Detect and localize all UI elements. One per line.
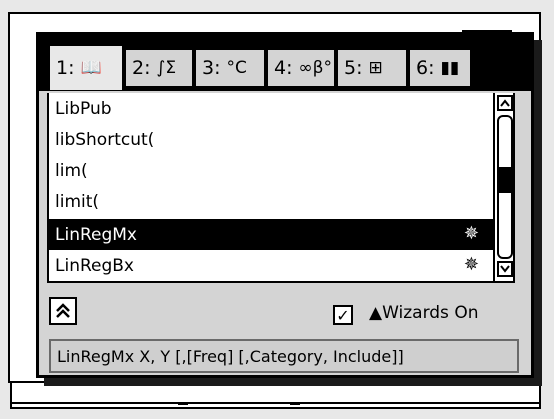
unit-conversion-icon: °C [226, 58, 247, 78]
document-dash [178, 403, 188, 405]
syntax-text: LinRegMx X, Y [,[Freq] [,Category, Inclu… [57, 346, 404, 366]
tab-5[interactable]: 5: ⊞ [337, 49, 407, 87]
syntax-help: LinRegMx X, Y [,[Freq] [,Category, Inclu… [49, 339, 519, 373]
tab-number: 4: [274, 57, 293, 79]
wizards-label: ▲Wizards On [369, 303, 479, 323]
templates-icon: ⊞ [368, 58, 383, 78]
document-dash [290, 403, 300, 405]
double-chevron-up-icon [56, 303, 70, 318]
tab-number: 1: [56, 57, 75, 79]
tab-6[interactable]: 6: ▮▮ [409, 49, 471, 87]
wizards-checkbox[interactable]: ✓ [333, 305, 353, 325]
expand-help-button[interactable] [49, 297, 77, 325]
list-item-label: LinRegMx [55, 224, 137, 245]
chevron-up-icon [500, 99, 510, 107]
list-item-label: limit( [55, 191, 100, 212]
list-item-label: lim( [55, 160, 88, 181]
catalog-list: LibPub libShortcut( lim( limit( LinRegMx… [47, 93, 515, 283]
tab-number: 2: [132, 57, 151, 79]
scroll-down-button[interactable] [497, 261, 513, 277]
book-icon: 📖 [80, 58, 102, 78]
scroll-up-button[interactable] [497, 95, 513, 111]
list-item[interactable]: libShortcut( [49, 124, 493, 155]
list-item-label: libShortcut( [55, 129, 155, 150]
tab-2[interactable]: 2: ∫Σ [125, 49, 193, 87]
tab-number: 6: [416, 57, 435, 79]
catalog-dialog: 1: 📖 2: ∫Σ 3: °C 4: ∞β° 5: ⊞ 6: ▮▮ LibPu… [36, 32, 534, 378]
list-item[interactable]: lim( [49, 155, 493, 186]
list-item[interactable]: limit( [49, 186, 493, 217]
tab-number: 5: [344, 57, 363, 79]
list-item-label: LinRegBx [55, 255, 134, 276]
wizard-icon: ✵ [463, 223, 479, 244]
tab-4[interactable]: 4: ∞β° [267, 49, 335, 87]
scroll-thumb[interactable] [499, 167, 511, 193]
checkmark-icon: ✓ [336, 305, 350, 325]
list-item[interactable]: LinRegBx ✵ [49, 250, 493, 281]
list-item-label: LibPub [55, 98, 112, 119]
list-item-selected[interactable]: LinRegMx ✵ [49, 219, 493, 250]
wizard-icon: ✵ [463, 254, 479, 275]
tab-1[interactable]: 1: 📖 [49, 45, 123, 91]
chevron-down-icon [500, 265, 510, 273]
list-scrollbar[interactable] [493, 93, 513, 281]
catalog-tab-bar: 1: 📖 2: ∫Σ 3: °C 4: ∞β° 5: ⊞ 6: ▮▮ [39, 35, 531, 91]
integral-sum-icon: ∫Σ [156, 58, 177, 78]
tab-number: 3: [202, 57, 221, 79]
library-icon: ▮▮ [440, 58, 460, 78]
list-item[interactable]: LibPub [49, 93, 493, 124]
scroll-track[interactable] [497, 115, 513, 259]
symbols-icon: ∞β° [298, 58, 333, 78]
tab-3[interactable]: 3: °C [195, 49, 265, 87]
document-bottom-edge [10, 396, 541, 404]
